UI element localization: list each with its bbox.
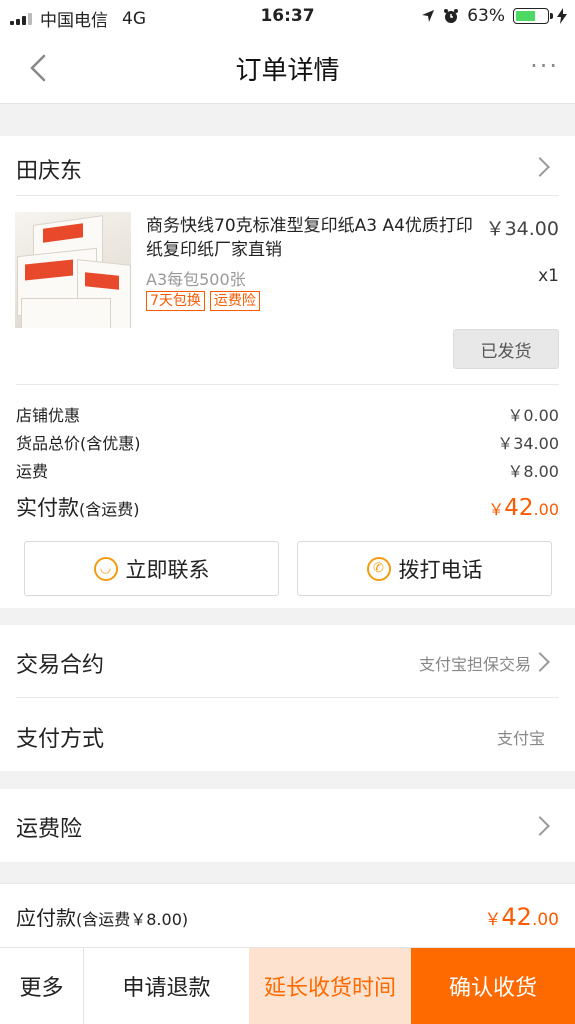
product-price: ￥34.00 bbox=[485, 218, 559, 240]
payable-row: 应付款(含运费￥8.00) ￥42.00 bbox=[16, 902, 559, 931]
nav-bar: 订单详情 ··· bbox=[0, 32, 575, 104]
product-title[interactable]: 商务快线70克标准型复印纸A3 A4优质打印纸复印纸厂家直销 bbox=[146, 214, 478, 262]
fee-row-shipping: 运费 ￥8.00 bbox=[16, 458, 559, 482]
divider bbox=[16, 195, 559, 196]
shipping-insurance-card[interactable]: 运费险 bbox=[0, 789, 575, 862]
paid-amount-row: 实付款(含运费) ￥42.00 bbox=[16, 492, 559, 522]
payment-label: 支付方式 bbox=[16, 727, 105, 752]
contact-seller-button[interactable]: ◡ 立即联系 bbox=[24, 541, 279, 596]
more-options-icon[interactable]: ··· bbox=[530, 52, 559, 80]
battery-percent: 63% bbox=[467, 6, 505, 26]
payable-label: 应付款(含运费￥8.00) bbox=[16, 906, 189, 930]
fee-row-discount: 店铺优惠 ￥0.00 bbox=[16, 402, 559, 426]
shipped-status-button[interactable]: 已发货 bbox=[453, 329, 559, 369]
status-right: 63% bbox=[421, 6, 567, 26]
goods-total-label: 货品总价(含优惠) bbox=[16, 434, 141, 453]
divider bbox=[16, 384, 559, 385]
call-label: 拨打电话 bbox=[398, 557, 483, 582]
discount-value: ￥0.00 bbox=[507, 406, 559, 425]
call-seller-button[interactable]: ✆ 拨打电话 bbox=[297, 541, 552, 596]
page-title: 订单详情 bbox=[235, 56, 340, 86]
service-tags: 7天包换 运费险 bbox=[146, 291, 260, 311]
payable-card: 应付款(含运费￥8.00) ￥42.00 bbox=[0, 883, 575, 947]
product-spec: A3每包500张 bbox=[146, 270, 246, 289]
tag-7day-exchange: 7天包换 bbox=[146, 291, 205, 311]
contact-label: 立即联系 bbox=[125, 557, 210, 582]
paid-label: 实付款(含运费) bbox=[16, 496, 140, 520]
contract-value: 支付宝担保交易 bbox=[418, 655, 531, 674]
insurance-row[interactable]: 运费险 bbox=[16, 811, 559, 843]
charging-bolt-icon bbox=[557, 8, 567, 24]
payable-amount: ￥42.00 bbox=[484, 902, 559, 931]
tag-shipping-insurance: 运费险 bbox=[209, 291, 260, 311]
alarm-clock-icon bbox=[444, 9, 459, 23]
paid-note: (含运费) bbox=[79, 500, 140, 519]
fee-row-goods-total: 货品总价(含优惠) ￥34.00 bbox=[16, 430, 559, 454]
divider bbox=[16, 697, 559, 698]
status-bar: 中国电信 4G 16:37 63% bbox=[0, 0, 575, 32]
chat-icon: ◡ bbox=[93, 556, 118, 581]
shipping-value: ￥8.00 bbox=[507, 462, 559, 481]
contract-label: 交易合约 bbox=[16, 653, 105, 678]
payment-value: 支付宝 bbox=[496, 729, 545, 748]
shipping-label: 运费 bbox=[16, 462, 49, 481]
shop-name[interactable]: 田庆东 bbox=[16, 153, 82, 185]
extend-receipt-button[interactable]: 延长收货时间 bbox=[249, 948, 411, 1024]
payment-method-row: 支付方式 支付宝 bbox=[16, 721, 559, 753]
goods-total-value: ￥34.00 bbox=[497, 434, 559, 453]
trade-contract-row[interactable]: 交易合约 支付宝担保交易 bbox=[16, 647, 559, 679]
payable-note: (含运费￥8.00) bbox=[76, 910, 189, 929]
paid-amount: ￥42.00 bbox=[488, 495, 559, 521]
discount-label: 店铺优惠 bbox=[16, 406, 81, 425]
more-button[interactable]: 更多 bbox=[0, 948, 84, 1024]
order-card: 田庆东 商务快线70克标准型复印纸A3 A4优质打印纸复印纸厂家直销 ￥34.0… bbox=[0, 136, 575, 608]
trade-info-card: 交易合约 支付宝担保交易 支付方式 支付宝 bbox=[0, 625, 575, 771]
insurance-label: 运费险 bbox=[16, 817, 83, 842]
location-arrow-icon bbox=[422, 10, 435, 22]
phone-icon: ✆ bbox=[366, 556, 391, 581]
confirm-receipt-button[interactable]: 确认收货 bbox=[411, 948, 575, 1024]
product-image[interactable] bbox=[15, 212, 131, 328]
battery-icon bbox=[513, 8, 553, 24]
bottom-action-bar: 更多 申请退款 延长收货时间 确认收货 bbox=[0, 947, 575, 1024]
refund-button[interactable]: 申请退款 bbox=[84, 948, 249, 1024]
chevron-right-icon[interactable] bbox=[530, 157, 550, 177]
product-quantity: x1 bbox=[538, 266, 559, 286]
